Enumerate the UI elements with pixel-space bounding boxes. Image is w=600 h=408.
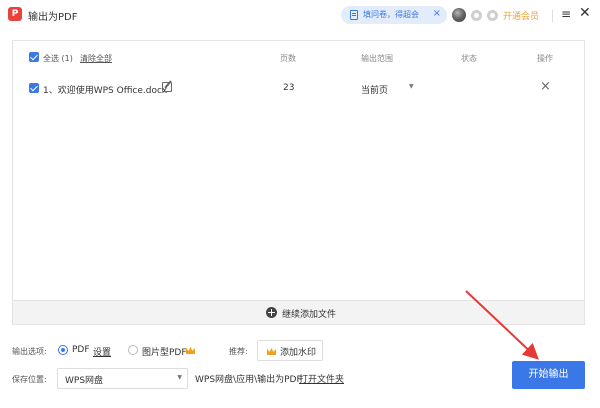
annotation-arrow <box>465 290 539 360</box>
